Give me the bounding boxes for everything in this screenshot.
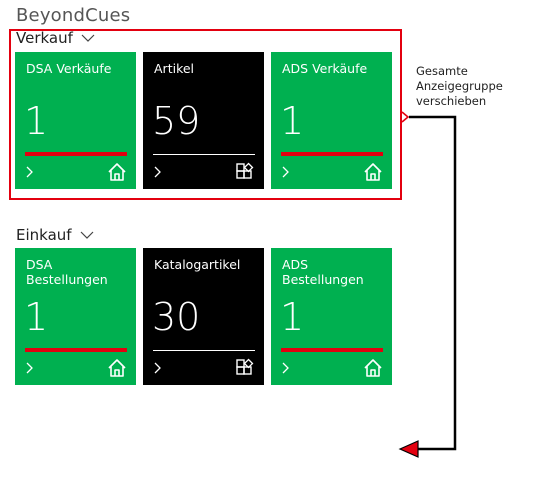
arrow-head-icon xyxy=(398,440,419,458)
move-arrow-connector xyxy=(398,111,457,458)
